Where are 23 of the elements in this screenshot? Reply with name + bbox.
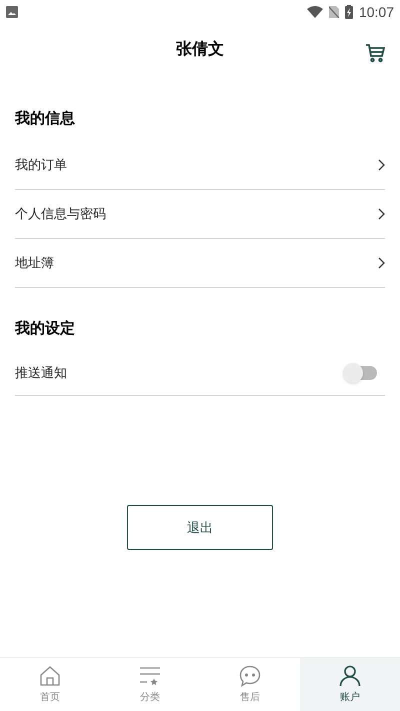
wifi-icon <box>306 6 323 18</box>
chevron-right-icon[interactable] <box>378 208 385 220</box>
menu-item[interactable]: 个人信息与密码 <box>15 204 106 224</box>
menu-item[interactable]: 地址簿 <box>15 253 54 273</box>
section-title: 我的设定 <box>15 318 75 339</box>
image-icon <box>6 6 18 18</box>
battery-icon <box>344 5 353 19</box>
chevron-right-icon[interactable] <box>378 159 385 171</box>
menu-item[interactable]: 我的订单 <box>15 155 67 175</box>
no-sim-icon <box>328 6 339 18</box>
setting-label: 推送通知 <box>15 364 67 382</box>
chat-icon <box>239 664 261 686</box>
user-icon <box>339 664 361 686</box>
cart-icon[interactable] <box>365 43 385 63</box>
chevron-right-icon[interactable] <box>378 257 385 269</box>
page-title: 张倩文 <box>176 39 224 60</box>
list-star-icon <box>139 664 161 686</box>
home-icon <box>39 664 61 686</box>
toggle-switch[interactable] <box>343 363 377 383</box>
logout-button[interactable]: 退出 <box>127 505 273 550</box>
status-time: 10:07 <box>358 2 394 22</box>
nav-tab[interactable]: 账户 <box>300 658 400 711</box>
section-title: 我的信息 <box>15 108 75 129</box>
